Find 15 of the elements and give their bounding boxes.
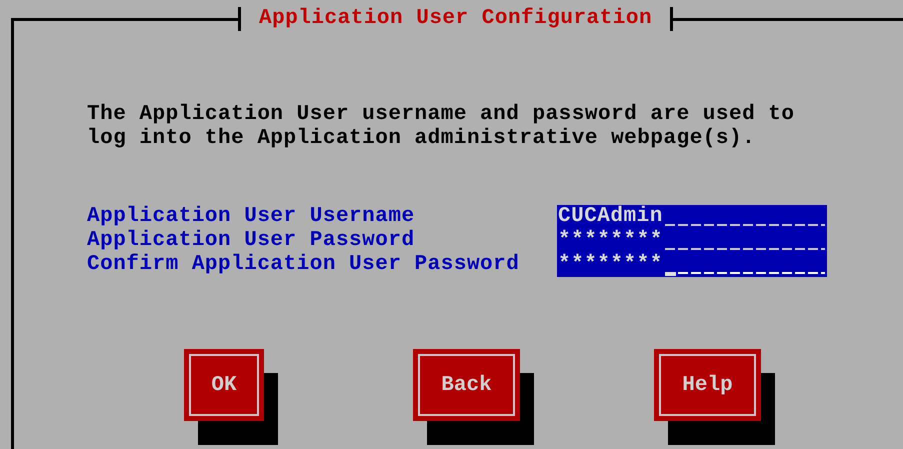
- button-shadow-side: [761, 373, 775, 421]
- field-label: Confirm Application User Password: [87, 253, 520, 277]
- dialog-button[interactable]: OK: [184, 349, 264, 421]
- text-cursor: [664, 272, 676, 276]
- field-label: Application User Password: [87, 229, 416, 253]
- intro-text: The Application User username and password are used to log into the Application administrative webpage(s).: [87, 103, 796, 151]
- dialog-button[interactable]: Back: [413, 349, 520, 421]
- input-field[interactable]: CUCAdmin: [557, 205, 827, 229]
- input-field[interactable]: ********: [557, 229, 827, 253]
- window-title: Application User Configuration: [258, 7, 654, 31]
- dialog-button[interactable]: Help: [654, 349, 761, 421]
- button-shadow-side: [520, 373, 534, 421]
- field-label: Application User Username: [87, 205, 416, 229]
- input-field[interactable]: ********: [557, 253, 827, 277]
- button-shadow-side: [264, 373, 278, 421]
